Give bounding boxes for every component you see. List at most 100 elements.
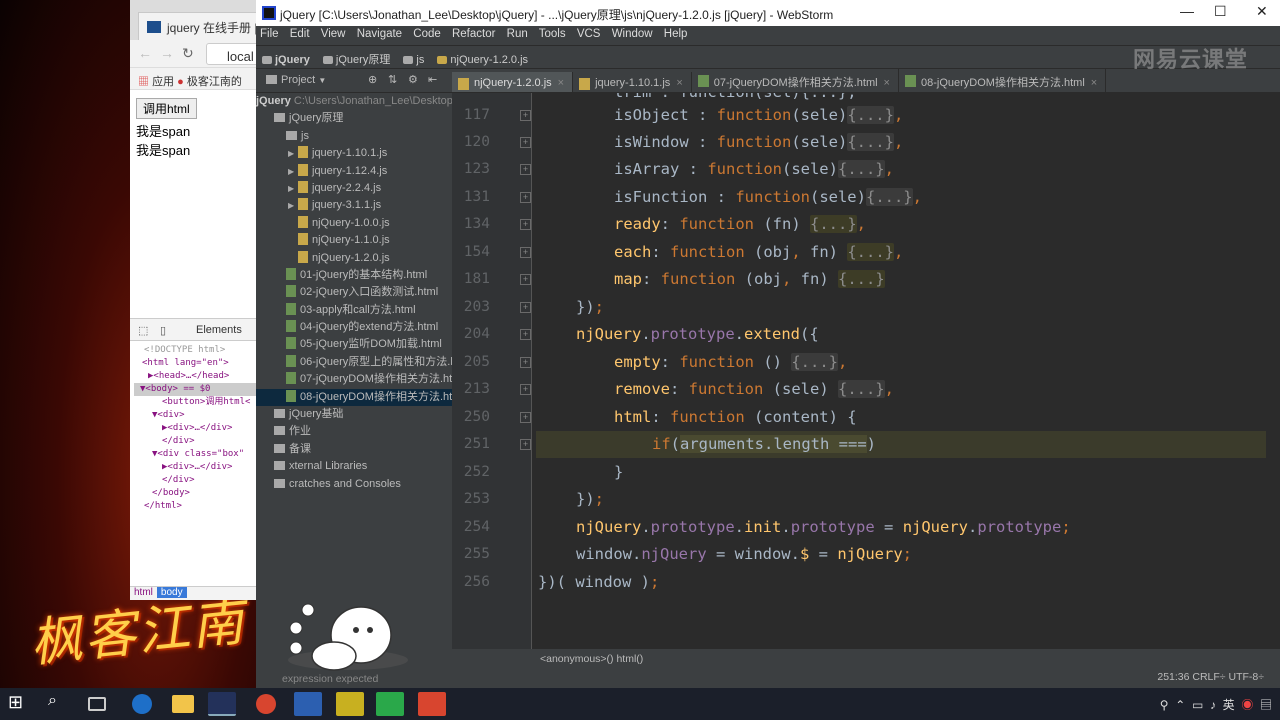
tree-item[interactable]: 07-jQueryDOM操作相关方法.html — [256, 371, 452, 388]
menu-navigate[interactable]: Navigate — [357, 28, 402, 40]
menu-code[interactable]: Code — [413, 28, 441, 40]
windows-start-icon[interactable]: ⊞ — [8, 692, 36, 716]
tree-item[interactable]: 04-jQuery的extend方法.html — [256, 319, 452, 336]
search-icon[interactable]: ⌕ — [48, 692, 76, 716]
crumb-project[interactable]: jQuery — [262, 54, 310, 66]
fold-marker-icon[interactable]: + — [520, 110, 531, 121]
fold-marker-icon[interactable]: + — [520, 192, 531, 203]
edge-icon[interactable] — [132, 694, 152, 714]
tree-item[interactable]: ▶ jquery-1.12.4.js — [256, 163, 452, 180]
fold-marker-icon[interactable]: + — [520, 219, 531, 230]
fold-marker-icon[interactable]: + — [520, 137, 531, 148]
inspect-icon[interactable]: ⬚ — [138, 324, 148, 337]
chrome-icon[interactable] — [256, 694, 276, 714]
expand-arrow-icon[interactable]: ▶ — [288, 163, 298, 180]
dropdown-icon[interactable]: ▼ — [318, 76, 326, 85]
tree-root[interactable]: jQuery C:\Users\Jonathan_Lee\Desktop\jQ — [256, 93, 452, 110]
code-editor[interactable]: 117 +120 +123 +131 +134 +154 +181 +203 +204 +205 +… — [452, 93, 1280, 649]
tree-item[interactable]: 03-apply和call方法.html — [256, 302, 452, 319]
forward-icon[interactable]: → — [160, 45, 174, 61]
dom-line[interactable]: <html lang="en"> — [134, 357, 260, 370]
app-icon[interactable] — [294, 692, 322, 716]
crumb-js[interactable]: js — [403, 54, 424, 66]
dom-line-selected[interactable]: ▼<body> == $0 — [134, 383, 260, 396]
fold-marker-icon[interactable]: + — [520, 247, 531, 258]
device-icon[interactable]: ▯ — [160, 324, 166, 337]
dom-line[interactable]: ▶<div>…</div> — [134, 422, 260, 435]
bookmark-jike[interactable]: 极客江南的 — [187, 76, 242, 88]
app-icon[interactable] — [336, 692, 364, 716]
menu-run[interactable]: Run — [507, 28, 528, 40]
tree-item[interactable]: cratches and Consoles — [256, 476, 452, 493]
cursor-position[interactable]: 251:36 CRLF÷ UTF-8÷ — [1157, 671, 1264, 683]
browser-tab[interactable]: jquery 在线手册 | j — [138, 12, 258, 40]
dom-line[interactable]: </html> — [134, 500, 260, 513]
tree-item[interactable]: xternal Libraries — [256, 458, 452, 475]
dom-line[interactable]: ▼<div> — [134, 409, 260, 422]
tree-item[interactable]: js — [256, 128, 452, 145]
dom-line[interactable]: </body> — [134, 487, 260, 500]
crumb-body[interactable]: body — [156, 587, 187, 598]
dom-line[interactable]: </div> — [134, 435, 260, 448]
project-label[interactable]: Project — [281, 74, 315, 86]
hide-icon[interactable]: ⇤ — [428, 73, 437, 86]
tree-item[interactable]: ▶ jquery-3.1.1.js — [256, 197, 452, 214]
dom-line[interactable]: ▶<head>…</head> — [134, 370, 260, 383]
webstorm-taskbar-icon[interactable] — [208, 692, 236, 716]
dom-line[interactable]: ▶<div>…</div> — [134, 461, 260, 474]
bookmark-apps[interactable]: 应用 — [152, 76, 174, 88]
fold-marker-icon[interactable]: + — [520, 274, 531, 285]
gear-icon[interactable]: ⚙ — [408, 73, 418, 86]
tab-elements[interactable]: Elements — [196, 324, 242, 336]
menu-file[interactable]: File — [260, 28, 279, 40]
camtasia-icon[interactable] — [376, 692, 404, 716]
reload-icon[interactable]: ↻ — [182, 45, 194, 62]
collapse-icon[interactable]: ⇅ — [388, 73, 397, 86]
crumb-html[interactable]: html — [130, 587, 157, 598]
call-html-button[interactable]: 调用html — [136, 98, 197, 119]
editor-tab[interactable]: 07-jQueryDOM操作相关方法.html × — [692, 69, 899, 92]
tree-item[interactable]: njQuery-1.0.0.js — [256, 215, 452, 232]
crumb-file[interactable]: njQuery-1.2.0.js — [437, 54, 528, 66]
apps-icon[interactable]: ▦ — [138, 76, 149, 88]
tree-item[interactable]: 05-jQuery监听DOM加载.html — [256, 336, 452, 353]
tree-item[interactable]: 08-jQueryDOM操作相关方法.html — [256, 388, 452, 407]
tree-item[interactable]: 备课 — [256, 441, 452, 458]
menu-tools[interactable]: Tools — [539, 28, 566, 40]
fold-marker-icon[interactable]: + — [520, 357, 531, 368]
tree-item[interactable]: njQuery-1.2.0.js — [256, 250, 452, 267]
tree-item[interactable]: 02-jQuery入口函数测试.html — [256, 284, 452, 301]
close-tab-icon[interactable]: × — [1091, 77, 1097, 89]
editor-tab[interactable]: jquery-1.10.1.js × — [573, 72, 692, 92]
back-icon[interactable]: ← — [138, 45, 152, 61]
tree-item[interactable]: ▶ jquery-1.10.1.js — [256, 145, 452, 162]
close-tab-icon[interactable]: × — [884, 77, 890, 89]
fold-marker-icon[interactable]: + — [520, 302, 531, 313]
close-tab-icon[interactable]: × — [558, 77, 564, 89]
tree-item[interactable]: 01-jQuery的基本结构.html — [256, 267, 452, 284]
menu-window[interactable]: Window — [612, 28, 653, 40]
tree-item[interactable]: ▶ jquery-2.2.4.js — [256, 180, 452, 197]
dom-line[interactable]: </div> — [134, 474, 260, 487]
explorer-icon[interactable] — [172, 695, 194, 713]
expand-arrow-icon[interactable]: ▶ — [288, 180, 298, 197]
recorder-icon[interactable] — [418, 692, 446, 716]
ime-indicator[interactable]: 英 — [1223, 698, 1235, 712]
close-icon[interactable]: ✕ — [1256, 3, 1268, 20]
fold-marker-icon[interactable]: + — [520, 439, 531, 450]
task-view-icon[interactable] — [88, 697, 106, 711]
minimize-icon[interactable]: — — [1180, 3, 1194, 19]
structure-crumbs[interactable]: <anonymous>() html() — [540, 653, 643, 665]
menu-refactor[interactable]: Refactor — [452, 28, 495, 40]
tree-item[interactable]: jQuery原理 — [256, 110, 452, 127]
crumb-folder[interactable]: jQuery原理 — [322, 54, 390, 66]
fold-marker-icon[interactable]: + — [520, 384, 531, 395]
fold-marker-icon[interactable]: + — [520, 164, 531, 175]
menu-view[interactable]: View — [321, 28, 346, 40]
expand-arrow-icon[interactable]: ▶ — [288, 197, 298, 214]
editor-tab[interactable]: 08-jQueryDOM操作相关方法.html × — [899, 69, 1107, 92]
maximize-icon[interactable]: ☐ — [1214, 3, 1227, 20]
editor-tab[interactable]: njQuery-1.2.0.js × — [452, 72, 574, 92]
fold-marker-icon[interactable]: + — [520, 412, 531, 423]
code-area[interactable]: trim : function(sel){...}, isObject : fu… — [536, 93, 1266, 649]
